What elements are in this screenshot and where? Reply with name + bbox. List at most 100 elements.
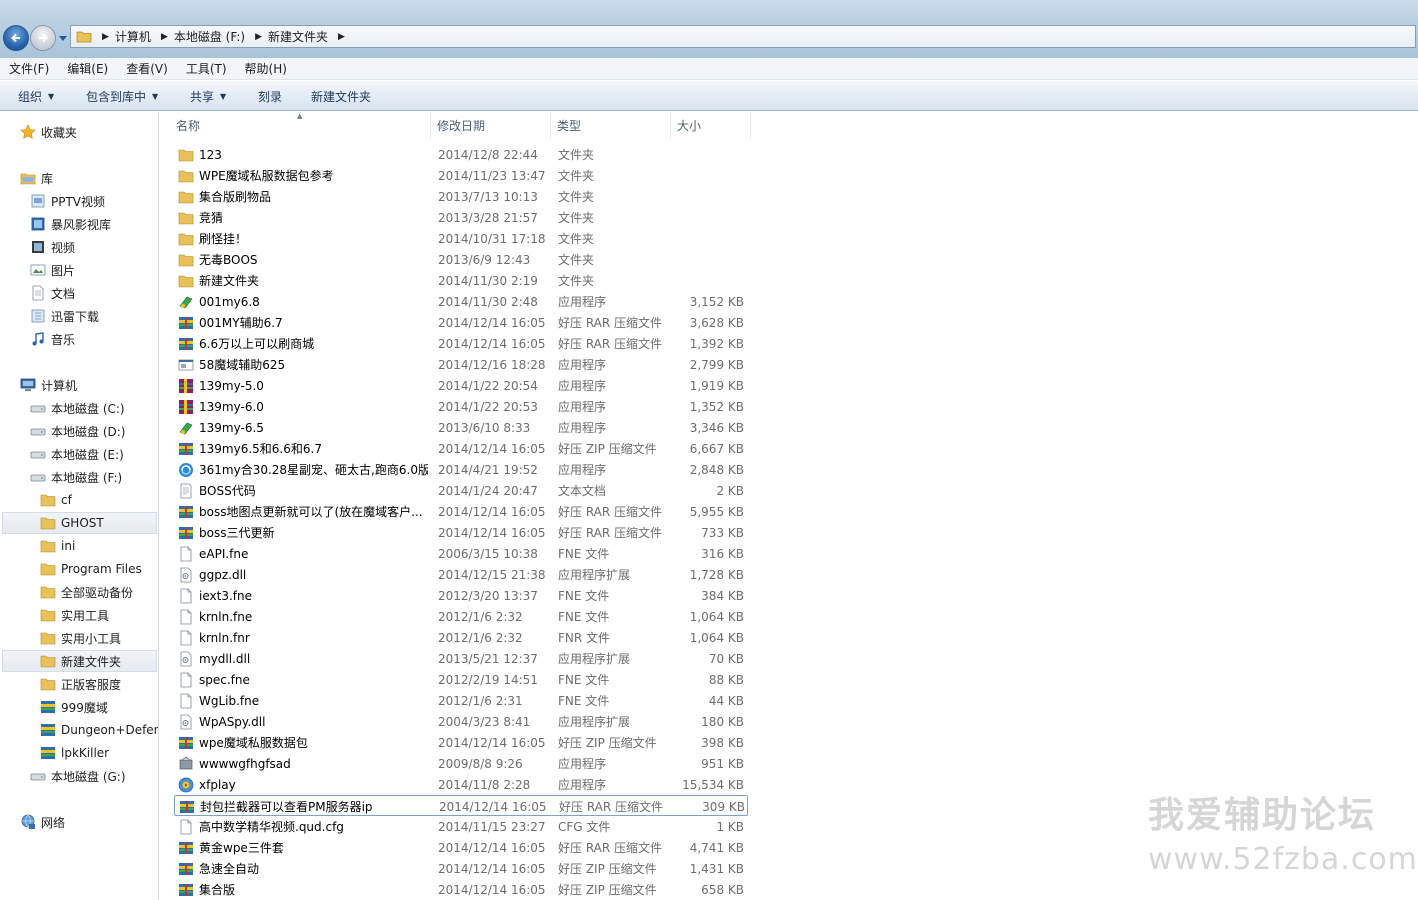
recent-pages-dropdown[interactable] — [58, 33, 68, 43]
nav-folder[interactable]: 全部驱动备份 — [40, 581, 133, 603]
folder-icon — [40, 563, 56, 576]
breadcrumb-new-folder[interactable]: 新建文件夹 — [268, 28, 328, 45]
file-row[interactable]: 361my合30.28星副宠、砸太古,跑商6.0版 2014/4/21 19:52… — [174, 459, 748, 480]
chevron-right-icon[interactable]: ▶ — [255, 32, 262, 42]
file-row[interactable]: 139my-6.5 2013/6/10 8:33 应用程序 3,346 KB — [174, 417, 748, 438]
menu-file[interactable]: 文件(F) — [0, 60, 57, 77]
file-row[interactable]: wwwwgfhgfsad 2009/8/8 9:26 应用程序 951 KB — [174, 753, 748, 774]
chevron-right-icon[interactable]: ▶ — [338, 32, 345, 42]
file-size: 309 KB — [702, 799, 745, 814]
file-type: FNE 文件 — [558, 673, 610, 687]
file-row[interactable]: 58魔域辅助625 2014/12/16 18:28 应用程序 2,799 KB — [174, 354, 748, 375]
new-folder-button[interactable]: 新建文件夹 — [311, 88, 371, 105]
nav-archive[interactable]: lpkKiller — [40, 742, 109, 764]
file-row[interactable]: wpe魔域私服数据包 2014/12/14 16:05 好压 ZIP 压缩文件 398… — [174, 732, 748, 753]
file-row[interactable]: 集合版 2014/12/14 16:05 好压 ZIP 压缩文件 658 KB — [174, 879, 748, 900]
file-row[interactable]: iext3.fne 2012/3/20 13:37 FNE 文件 384 KB — [174, 585, 748, 606]
share-button[interactable]: 共享 ▼ — [190, 88, 226, 105]
nav-folder[interactable]: 实用小工具 — [40, 627, 121, 649]
archive-icon — [41, 701, 55, 713]
menu-edit[interactable]: 编辑(E) — [57, 60, 116, 77]
nav-library-item[interactable]: PPTV视频 — [30, 190, 105, 212]
file-row[interactable]: 刷怪挂！ 2014/10/31 17:18 文件夹 — [174, 228, 748, 249]
file-row[interactable]: ggpz.dll 2014/12/15 21:38 应用程序扩展 1,728 KB — [174, 564, 748, 585]
burn-button[interactable]: 刻录 — [258, 88, 282, 105]
file-type: 应用程序 — [558, 295, 607, 309]
nav-network[interactable]: 网络 — [20, 811, 65, 833]
file-row[interactable]: WPE魔域私服数据包参考 2014/11/23 13:47 文件夹 — [174, 165, 748, 186]
nav-folder-label: 正版客服度 — [61, 677, 122, 692]
file-row[interactable]: mydll.dll 2013/5/21 12:37 应用程序扩展 70 KB — [174, 648, 748, 669]
watermark-url: www.52fzba.com — [1148, 842, 1418, 877]
nav-computer[interactable]: 计算机 — [20, 374, 77, 396]
file-type: 好压 RAR 压缩文件 — [558, 841, 663, 855]
file-row[interactable]: 急速全自动 2014/12/14 16:05 好压 ZIP 压缩文件 1,431 KB — [174, 858, 748, 879]
file-row[interactable]: 139my-5.0 2014/1/22 20:54 应用程序 1,919 KB — [174, 375, 748, 396]
file-row[interactable]: spec.fne 2012/2/19 14:51 FNE 文件 88 KB — [174, 669, 748, 690]
file-row[interactable]: 集合版刷物品 2013/7/13 10:13 文件夹 — [174, 186, 748, 207]
nav-library-item[interactable]: 音乐 — [30, 328, 75, 350]
file-row[interactable]: 001my6.8 2014/11/30 2:48 应用程序 3,152 KB — [174, 291, 748, 312]
breadcrumb-drive-f[interactable]: 本地磁盘 (F:) — [174, 28, 245, 45]
file-row[interactable]: 139my6.5和6.6和6.7 2014/12/14 16:05 好压 ZIP 压… — [174, 438, 748, 459]
column-type-header[interactable]: 类型 — [551, 112, 671, 139]
file-row[interactable]: 001MY辅助6.7 2014/12/14 16:05 好压 RAR 压缩文件 3,6… — [174, 312, 748, 333]
file-name-cell: 黄金wpe三件套 — [178, 837, 428, 858]
breadcrumb-computer[interactable]: 计算机 — [115, 28, 151, 45]
file-row[interactable]: BOSS代码 2014/1/24 20:47 文本文档 2 KB — [174, 480, 748, 501]
nav-drive[interactable]: 本地磁盘 (F:) — [30, 466, 122, 488]
file-size — [664, 144, 744, 165]
file-row[interactable]: 封包拦截器可以查看PM服务器ip 2014/12/14 16:05 好压 RAR 压… — [174, 795, 748, 816]
organize-button[interactable]: 组织 ▼ — [18, 88, 54, 105]
file-row[interactable]: eAPI.fne 2006/3/15 10:38 FNE 文件 316 KB — [174, 543, 748, 564]
nav-folder[interactable]: GHOST — [2, 512, 157, 534]
column-size-header[interactable]: 大小 — [671, 112, 751, 139]
chevron-right-icon[interactable]: ▶ — [161, 32, 168, 42]
chevron-right-icon[interactable]: ▶ — [102, 32, 109, 42]
nav-archive[interactable]: Dungeon+Defen — [40, 719, 158, 741]
file-row[interactable]: 6.6万以上可以刷商城 2014/12/14 16:05 好压 RAR 压缩文件 1,… — [174, 333, 748, 354]
menu-help[interactable]: 帮助(H) — [235, 60, 295, 77]
nav-libraries[interactable]: 库 — [20, 167, 53, 189]
nav-folder-current[interactable]: 新建文件夹 — [2, 650, 157, 672]
nav-drive[interactable]: 本地磁盘 (D:) — [30, 420, 125, 442]
nav-library-item[interactable]: 视频 — [30, 236, 75, 258]
nav-drive[interactable]: 本地磁盘 (G:) — [30, 765, 126, 787]
file-row[interactable]: WpASpy.dll 2004/3/23 8:41 应用程序扩展 180 KB — [174, 711, 748, 732]
file-row[interactable]: krnln.fnr 2012/1/6 2:32 FNR 文件 1,064 KB — [174, 627, 748, 648]
nav-archive[interactable]: 999魔域 — [40, 696, 108, 718]
back-button[interactable] — [3, 25, 29, 51]
file-row[interactable]: boss三代更新 2014/12/14 16:05 好压 RAR 压缩文件 733 K… — [174, 522, 748, 543]
file-row[interactable]: 139my-6.0 2014/1/22 20:53 应用程序 1,352 KB — [174, 396, 748, 417]
include-library-button[interactable]: 包含到库中 ▼ — [86, 88, 158, 105]
file-row[interactable]: 黄金wpe三件套 2014/12/14 16:05 好压 RAR 压缩文件 4,741… — [174, 837, 748, 858]
nav-library-item[interactable]: 文档 — [30, 282, 75, 304]
menu-tools[interactable]: 工具(T) — [176, 60, 235, 77]
nav-folder[interactable]: Program Files — [40, 558, 142, 580]
nav-drive[interactable]: 本地磁盘 (C:) — [30, 397, 125, 419]
file-row[interactable]: boss地图点更新就可以了(放在魔域客户... 2014/12/14 16:05 好… — [174, 501, 748, 522]
nav-folder[interactable]: cf — [40, 489, 72, 511]
nav-folder[interactable]: 正版客服度 — [40, 673, 121, 695]
file-row[interactable]: krnln.fne 2012/1/6 2:32 FNE 文件 1,064 KB — [174, 606, 748, 627]
file-row[interactable]: xfplay 2014/11/8 2:28 应用程序 15,534 KB — [174, 774, 748, 795]
nav-library-item[interactable]: 暴风影视库 — [30, 213, 111, 235]
nav-folder[interactable]: ini — [40, 535, 75, 557]
nav-drive[interactable]: 本地磁盘 (E:) — [30, 443, 124, 465]
address-bar[interactable]: ▶ 计算机 ▶ 本地磁盘 (F:) ▶ 新建文件夹 ▶ — [70, 25, 1416, 48]
menu-view[interactable]: 查看(V) — [116, 60, 176, 77]
file-row[interactable]: 123 2014/12/8 22:44 文件夹 — [174, 144, 748, 165]
nav-folder[interactable]: 实用工具 — [40, 604, 109, 626]
file-row[interactable]: 无毒BOOS 2013/6/9 12:43 文件夹 — [174, 249, 748, 270]
nav-favorites[interactable]: 收藏夹 — [20, 121, 77, 143]
nav-library-item[interactable]: 迅雷下载 — [30, 305, 99, 327]
file-row[interactable]: WgLib.fne 2012/1/6 2:31 FNE 文件 44 KB — [174, 690, 748, 711]
file-name-cell: mydll.dll — [178, 648, 428, 669]
column-date-header[interactable]: 修改日期 — [431, 112, 551, 139]
forward-button[interactable] — [30, 25, 56, 51]
file-row[interactable]: 高中数学精华视频.qud.cfg 2014/11/15 23:27 CFG 文件 1 … — [174, 816, 748, 837]
file-row[interactable]: 新建文件夹 2014/11/30 2:19 文件夹 — [174, 270, 748, 291]
nav-library-item[interactable]: 图片 — [30, 259, 75, 281]
file-date: 2014/11/23 13:47 — [438, 168, 546, 183]
file-row[interactable]: 竞猜 2013/3/28 21:57 文件夹 — [174, 207, 748, 228]
